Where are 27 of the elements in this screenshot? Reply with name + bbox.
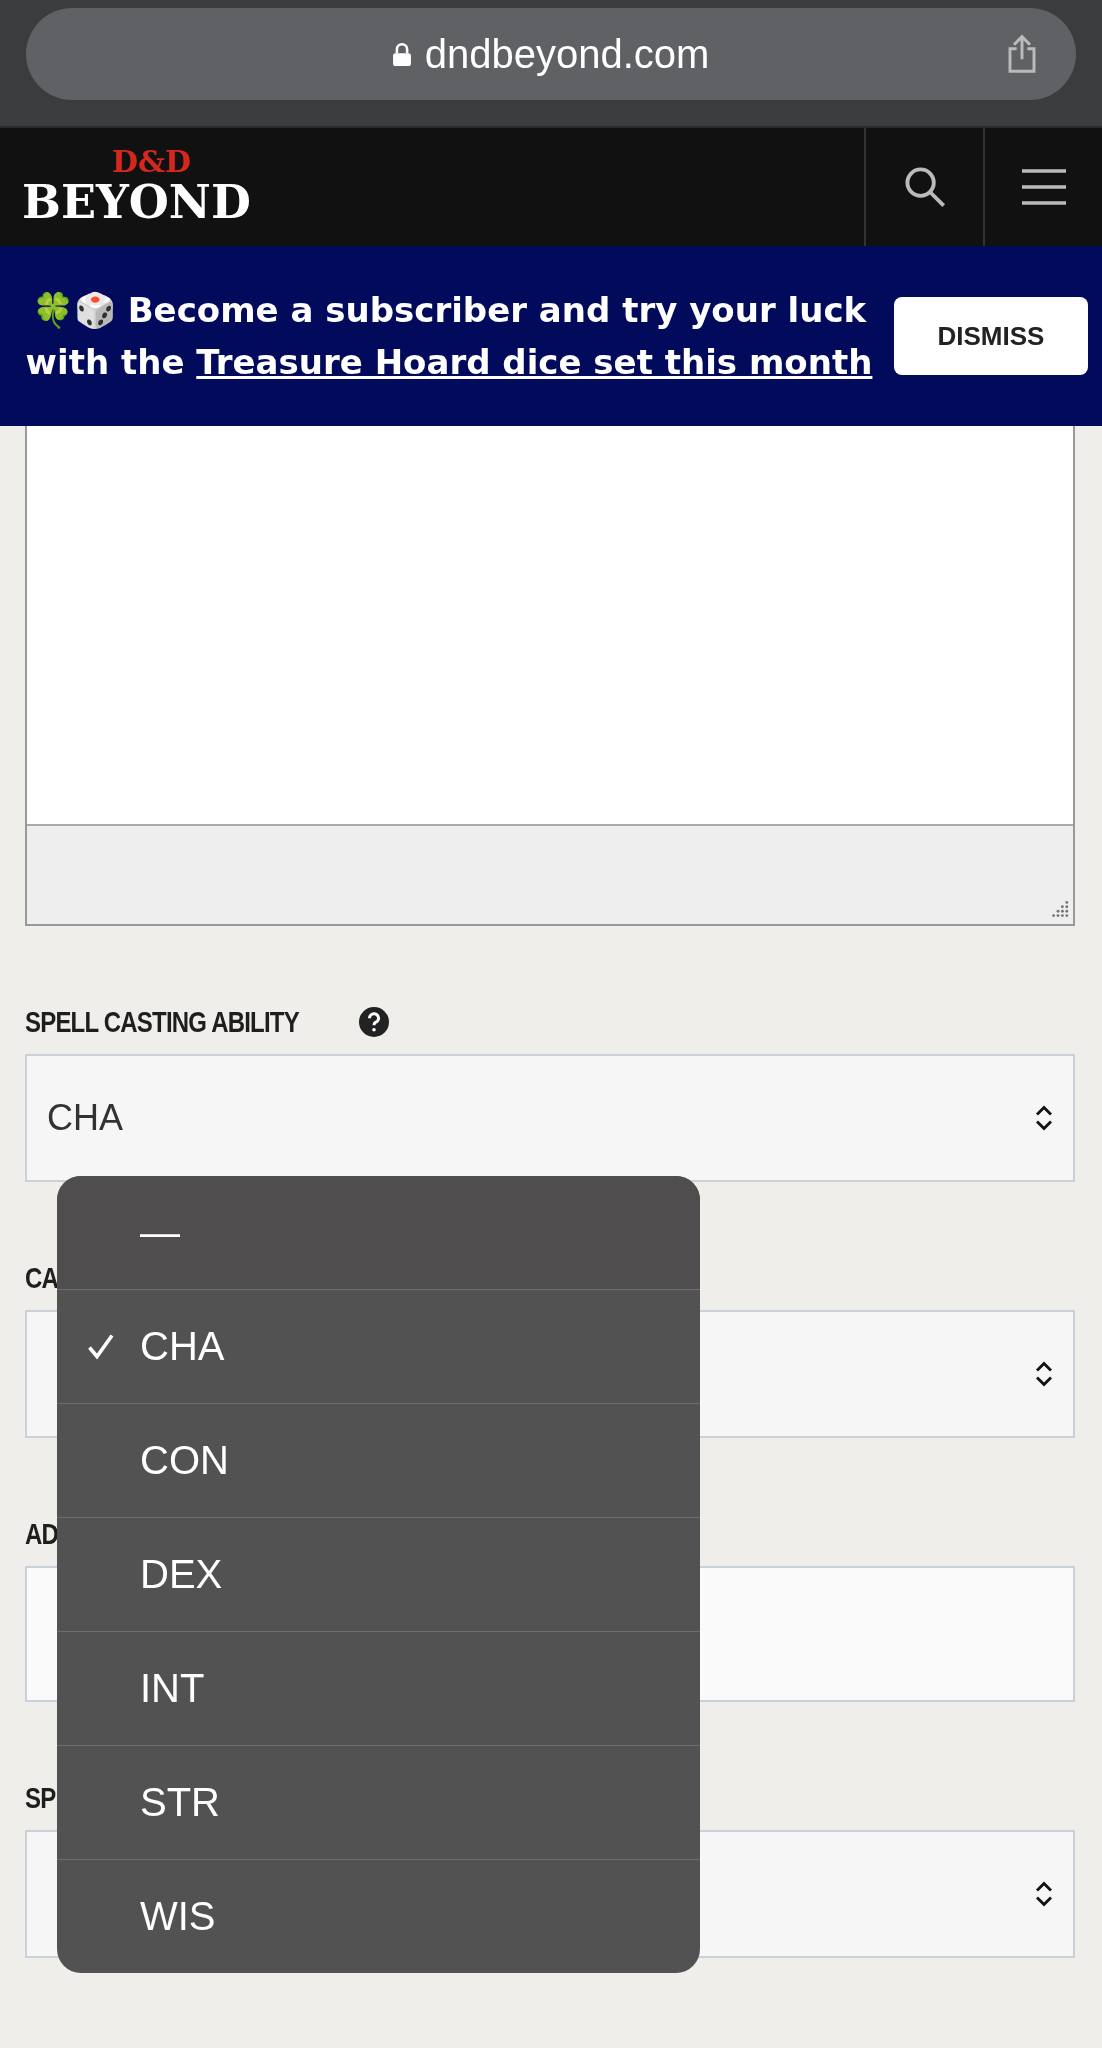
lock-icon xyxy=(392,42,411,66)
menu-option[interactable]: DEX xyxy=(57,1517,700,1631)
menu-option[interactable]: INT xyxy=(57,1631,700,1745)
field-label: SP xyxy=(25,1781,56,1815)
select-field[interactable]: CHA xyxy=(25,1054,1075,1182)
field-label: AD xyxy=(25,1517,59,1551)
share-icon[interactable] xyxy=(1006,34,1038,74)
select-value: CHA xyxy=(47,1097,123,1139)
chevron-updown-icon xyxy=(1033,1880,1055,1908)
checkmark-icon xyxy=(85,1331,115,1361)
menu-icon xyxy=(1019,167,1068,207)
promo-link[interactable]: Treasure Hoard dice set this month xyxy=(196,342,873,382)
field-label: CA xyxy=(25,1261,59,1295)
menu-option[interactable]: CHA xyxy=(57,1289,700,1403)
menu-option[interactable]: STR xyxy=(57,1745,700,1859)
dismiss-button[interactable]: DISMISS xyxy=(894,297,1088,375)
url-text: dndbeyond.com xyxy=(424,31,710,77)
menu-option[interactable]: — xyxy=(57,1176,700,1289)
chevron-updown-icon xyxy=(1033,1360,1055,1388)
chevron-updown-icon xyxy=(1033,1104,1055,1132)
help-icon[interactable] xyxy=(359,1007,390,1037)
promo-text: 🍀🎲 Become a subscriber and try your luck with the Treasure Hoard dice set this month xyxy=(24,289,874,384)
search-icon xyxy=(902,165,947,209)
menu-option[interactable]: CON xyxy=(57,1403,700,1517)
field-label: SPELL CASTING ABILITY xyxy=(25,1005,299,1039)
menu-option[interactable]: WIS xyxy=(57,1859,700,1973)
address-bar[interactable]: dndbeyond.com xyxy=(26,8,1076,100)
